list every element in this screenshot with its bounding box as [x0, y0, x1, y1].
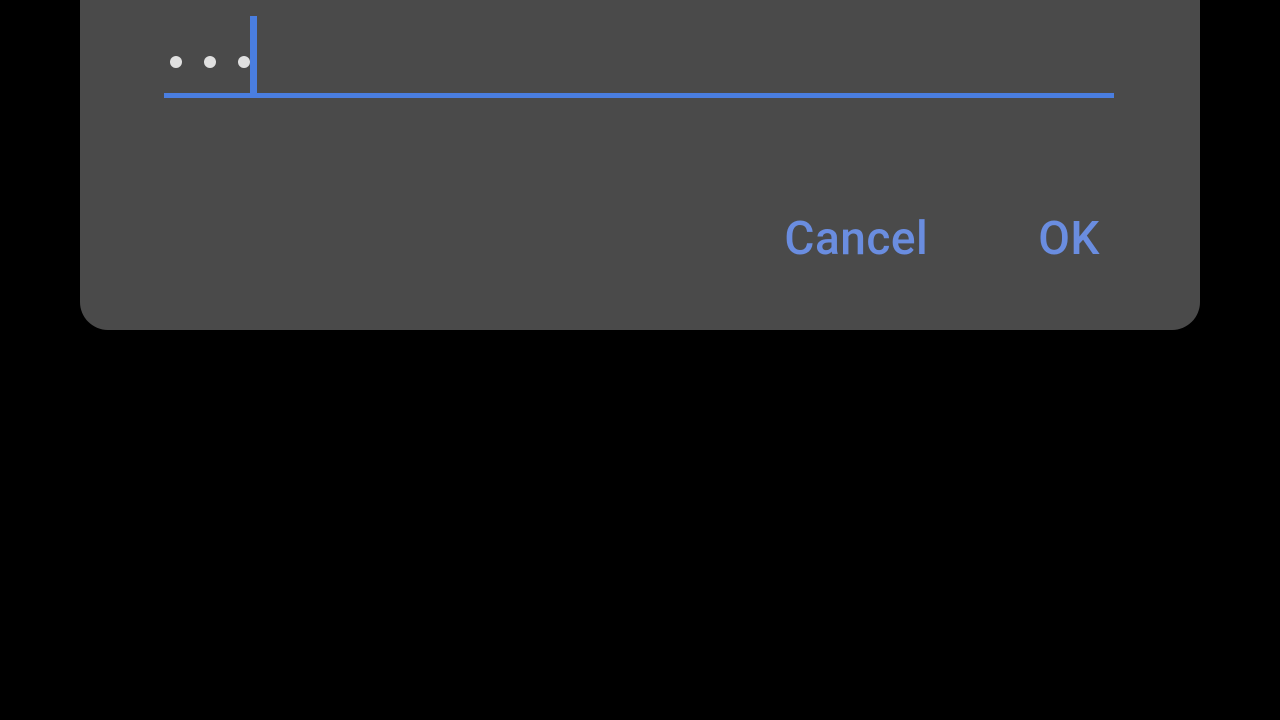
cancel-button[interactable]: Cancel [784, 212, 928, 266]
dialog: Cancel OK [80, 0, 1200, 330]
password-dots [170, 56, 250, 68]
text-caret [250, 16, 257, 94]
dot-icon [170, 56, 182, 68]
dialog-button-row: Cancel OK [784, 212, 1100, 266]
password-input[interactable] [164, 10, 1114, 98]
dot-icon [238, 56, 250, 68]
input-underline [164, 93, 1114, 98]
ok-button[interactable]: OK [1038, 212, 1100, 266]
dot-icon [204, 56, 216, 68]
